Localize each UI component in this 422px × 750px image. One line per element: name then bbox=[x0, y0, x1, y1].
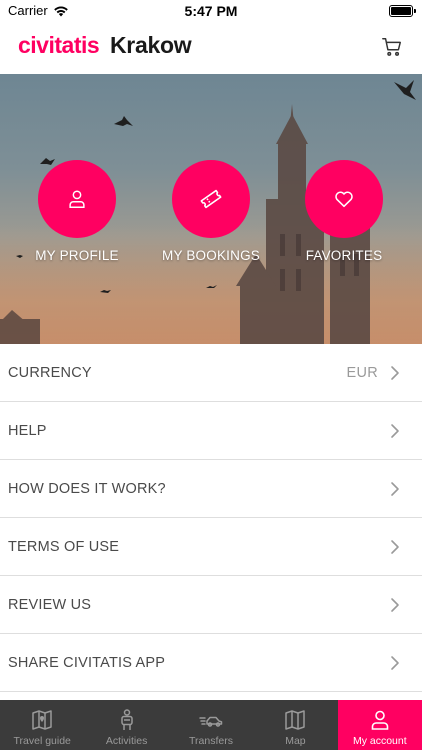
tab-my-account[interactable]: My account bbox=[337, 700, 422, 750]
tab-label: Transfers bbox=[189, 735, 233, 747]
chevron-right-icon bbox=[391, 481, 399, 496]
tab-activities[interactable]: Activities bbox=[84, 700, 168, 750]
hero-banner: MY PROFILE MY BOOKINGS FAVORITES bbox=[0, 74, 422, 344]
chevron-right-icon bbox=[391, 655, 399, 670]
person-activity-icon bbox=[120, 709, 133, 730]
tab-label: My account bbox=[352, 735, 407, 747]
chevron-right-icon bbox=[391, 365, 399, 380]
user-icon bbox=[371, 710, 389, 730]
chevron-right-icon bbox=[391, 539, 399, 554]
map-icon bbox=[285, 710, 306, 730]
tab-label: Travel guide bbox=[13, 735, 71, 747]
battery-icon bbox=[389, 5, 416, 17]
chevron-right-icon bbox=[391, 597, 399, 612]
tab-map[interactable]: Map bbox=[253, 700, 337, 750]
heart-icon bbox=[335, 191, 353, 208]
favorites-label: FAVORITES bbox=[305, 248, 383, 263]
menu-item-label: CURRENCY bbox=[8, 364, 92, 381]
menu-item-label: REVIEW US bbox=[8, 596, 92, 613]
car-icon bbox=[199, 716, 223, 727]
bottom-tab-bar: Travel guide Activities Transfers Map My… bbox=[0, 700, 422, 750]
menu-item-label: HELP bbox=[8, 422, 47, 439]
favorites-button[interactable]: FAVORITES bbox=[277, 160, 411, 263]
map-book-icon bbox=[32, 710, 52, 730]
menu-item-label: SHARE CIVITATIS APP bbox=[8, 654, 166, 671]
bookings-circle bbox=[172, 160, 250, 238]
my-profile-label: MY PROFILE bbox=[35, 248, 119, 263]
cart-icon[interactable] bbox=[381, 36, 403, 58]
app-header: civitatis Krakow bbox=[0, 22, 422, 74]
favorites-circle bbox=[305, 160, 383, 238]
currency-value: EUR bbox=[346, 364, 378, 381]
profile-circle bbox=[38, 160, 116, 238]
user-icon bbox=[69, 190, 85, 208]
brand-logo: civitatis bbox=[18, 32, 100, 58]
settings-menu: CURRENCY EUR HELP HOW DOES IT WORK? TERM… bbox=[0, 344, 422, 692]
tab-label: Map bbox=[285, 735, 306, 747]
menu-item-currency[interactable]: CURRENCY EUR bbox=[0, 344, 422, 402]
chevron-right-icon bbox=[391, 423, 399, 438]
status-bar: Carrier 5:47 PM bbox=[0, 0, 422, 22]
tab-transfers[interactable]: Transfers bbox=[169, 700, 253, 750]
ticket-icon bbox=[200, 189, 222, 209]
menu-item-label: TERMS OF USE bbox=[8, 538, 120, 555]
menu-item-terms-of-use[interactable]: TERMS OF USE bbox=[0, 518, 422, 576]
menu-item-review-us[interactable]: REVIEW US bbox=[0, 576, 422, 634]
city-title: Krakow bbox=[110, 32, 192, 58]
status-time: 5:47 PM bbox=[184, 3, 238, 19]
my-bookings-label: MY BOOKINGS bbox=[162, 248, 260, 263]
tab-travel-guide[interactable]: Travel guide bbox=[0, 700, 84, 750]
menu-item-help[interactable]: HELP bbox=[0, 402, 422, 460]
menu-item-label: HOW DOES IT WORK? bbox=[8, 480, 166, 497]
tab-label: Activities bbox=[105, 735, 148, 747]
my-profile-button[interactable]: MY PROFILE bbox=[10, 160, 144, 263]
menu-item-share-app[interactable]: SHARE CIVITATIS APP bbox=[0, 634, 422, 692]
menu-item-how-it-works[interactable]: HOW DOES IT WORK? bbox=[0, 460, 422, 518]
my-bookings-button[interactable]: MY BOOKINGS bbox=[144, 160, 278, 263]
